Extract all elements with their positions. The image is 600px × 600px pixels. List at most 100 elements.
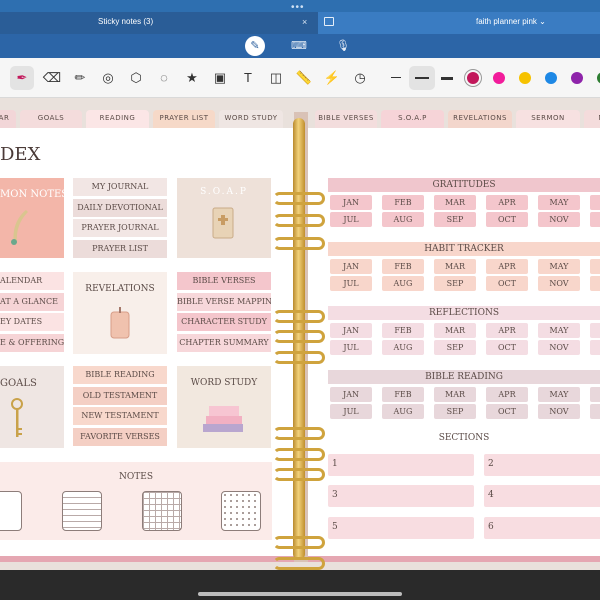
card-link-item[interactable]: AT A GLANCE (0, 292, 64, 311)
card-link-item[interactable]: CHAPTER SUMMARY (177, 333, 271, 352)
shape-tool-icon[interactable]: ◎ (96, 66, 120, 90)
card-link-item[interactable]: NEW TESTAMENT (73, 407, 167, 425)
card-link-item[interactable]: EY DATES (0, 313, 64, 331)
month-button[interactable]: JAN (330, 195, 372, 210)
card-link-item[interactable]: E & OFFERING (0, 333, 64, 352)
card-link-item[interactable]: BIBLE VERSES (177, 272, 271, 290)
month-button[interactable]: NOV (538, 340, 580, 355)
month-button[interactable]: AUG (382, 404, 424, 419)
card-link-item[interactable]: DAILY DEVOTIONAL (73, 198, 167, 217)
ruler-tool-icon[interactable]: 📏 (292, 66, 316, 90)
grid-note-template[interactable] (142, 491, 182, 531)
keyboard-icon[interactable]: ⌨ (289, 36, 309, 56)
card-link-item[interactable]: CHARACTER STUDY (177, 313, 271, 331)
section-link[interactable]: 4 (484, 485, 600, 507)
clock-tool-icon[interactable]: ◷ (348, 66, 372, 90)
month-button[interactable]: NOV (538, 404, 580, 419)
close-icon[interactable]: × (302, 17, 307, 27)
month-button[interactable]: OCT (486, 404, 528, 419)
lasso-shapes-tool-icon[interactable]: ⬡ (124, 66, 148, 90)
tab-reading[interactable]: READING (86, 110, 149, 128)
month-button[interactable]: JUL (330, 276, 372, 291)
text-tool-icon[interactable]: T (236, 66, 260, 90)
card-link-item[interactable]: MY JOURNAL (73, 178, 167, 196)
month-button[interactable]: SEP (434, 276, 476, 291)
month-button[interactable]: APR (486, 387, 528, 402)
section-link[interactable]: 6 (484, 517, 600, 539)
month-button[interactable]: MAY (538, 259, 580, 274)
month-button-overflow[interactable] (590, 195, 600, 210)
card-link-item[interactable]: PRAYER JOURNAL (73, 219, 167, 237)
chevron-down-icon[interactable]: ⌄ (539, 17, 546, 26)
color-swatch[interactable] (571, 72, 583, 84)
blank-note-template[interactable] (0, 491, 22, 531)
month-button-overflow[interactable] (590, 404, 600, 419)
month-button-overflow[interactable] (590, 259, 600, 274)
home-indicator[interactable] (198, 592, 402, 596)
month-button[interactable]: AUG (382, 212, 424, 227)
lined-note-template[interactable] (62, 491, 102, 531)
highlighter-tool-icon[interactable]: ✏ (68, 66, 92, 90)
revelations-card[interactable]: REVELATIONS (73, 272, 167, 354)
month-button[interactable]: NOV (538, 212, 580, 227)
card-link-item[interactable]: BIBLE READING (73, 366, 167, 384)
camera-tool-icon[interactable]: ◫ (264, 66, 288, 90)
split-view-icon[interactable] (324, 17, 334, 26)
tab-word-study[interactable]: WORD STUDY (219, 110, 283, 128)
month-button[interactable]: FEB (382, 259, 424, 274)
section-link[interactable]: 1 (328, 454, 474, 476)
month-button[interactable]: OCT (486, 276, 528, 291)
month-button-overflow[interactable] (590, 212, 600, 227)
color-swatch[interactable] (467, 72, 479, 84)
sermon-notes-card[interactable]: MON NOTES (0, 178, 68, 258)
month-button[interactable]: MAR (434, 259, 476, 274)
goals-card[interactable]: GOALS (0, 366, 64, 448)
month-button[interactable]: FEB (382, 323, 424, 338)
month-button[interactable]: SEP (434, 340, 476, 355)
month-button[interactable]: JUL (330, 340, 372, 355)
soap-card[interactable]: S.O.A.P (177, 178, 271, 258)
lasso-tool-icon[interactable]: ◌ (152, 66, 176, 90)
tab-ar[interactable]: AR (0, 110, 16, 128)
tab-my[interactable]: MY (584, 110, 600, 128)
month-button[interactable]: MAR (434, 195, 476, 210)
month-button[interactable]: APR (486, 195, 528, 210)
card-link-item[interactable]: BIBLE VERSE MAPPING (177, 292, 271, 311)
section-link[interactable]: 2 (484, 454, 600, 476)
card-link-item[interactable]: OLD TESTAMENT (73, 386, 167, 405)
pen-mode-icon[interactable]: ✎ (245, 36, 265, 56)
month-button[interactable]: JUL (330, 212, 372, 227)
medium-stroke-option[interactable] (415, 77, 429, 79)
month-button[interactable]: MAY (538, 323, 580, 338)
tab-prayer-list[interactable]: PRAYER LIST (153, 110, 215, 128)
month-button[interactable]: MAY (538, 387, 580, 402)
section-link[interactable]: 5 (328, 517, 474, 539)
month-button[interactable]: APR (486, 259, 528, 274)
sticker-tool-icon[interactable]: ★ (180, 66, 204, 90)
month-button[interactable]: JUL (330, 404, 372, 419)
month-button[interactable]: FEB (382, 387, 424, 402)
tab-faith-planner[interactable]: faith planner pink ⌄ (318, 12, 600, 34)
month-button[interactable]: AUG (382, 276, 424, 291)
tab-sticky-notes[interactable]: Sticky notes (3) × (0, 12, 318, 34)
card-link-item[interactable]: PRAYER LIST (73, 239, 167, 258)
month-button[interactable]: NOV (538, 276, 580, 291)
tab-goals[interactable]: GOALS (20, 110, 82, 128)
eraser-tool-icon[interactable]: ⌫ (40, 66, 64, 90)
microphone-icon[interactable]: 🎙 (333, 36, 353, 56)
month-button[interactable]: FEB (382, 195, 424, 210)
month-button[interactable]: MAR (434, 323, 476, 338)
month-button[interactable]: AUG (382, 340, 424, 355)
pen-tool-icon[interactable]: ✒ (10, 66, 34, 90)
thick-stroke-option[interactable] (441, 77, 453, 80)
month-button[interactable]: MAR (434, 387, 476, 402)
tab-bible-verses[interactable]: BIBLE VERSES (315, 110, 377, 128)
section-link[interactable]: 3 (328, 485, 474, 507)
tab-sermon[interactable]: SERMON (516, 110, 580, 128)
card-link-item[interactable]: FAVORITE VERSES (73, 427, 167, 446)
image-tool-icon[interactable]: ▣ (208, 66, 232, 90)
month-button-overflow[interactable] (590, 340, 600, 355)
tab-revelations[interactable]: REVELATIONS (448, 110, 512, 128)
month-button[interactable]: SEP (434, 404, 476, 419)
color-swatch[interactable] (519, 72, 531, 84)
